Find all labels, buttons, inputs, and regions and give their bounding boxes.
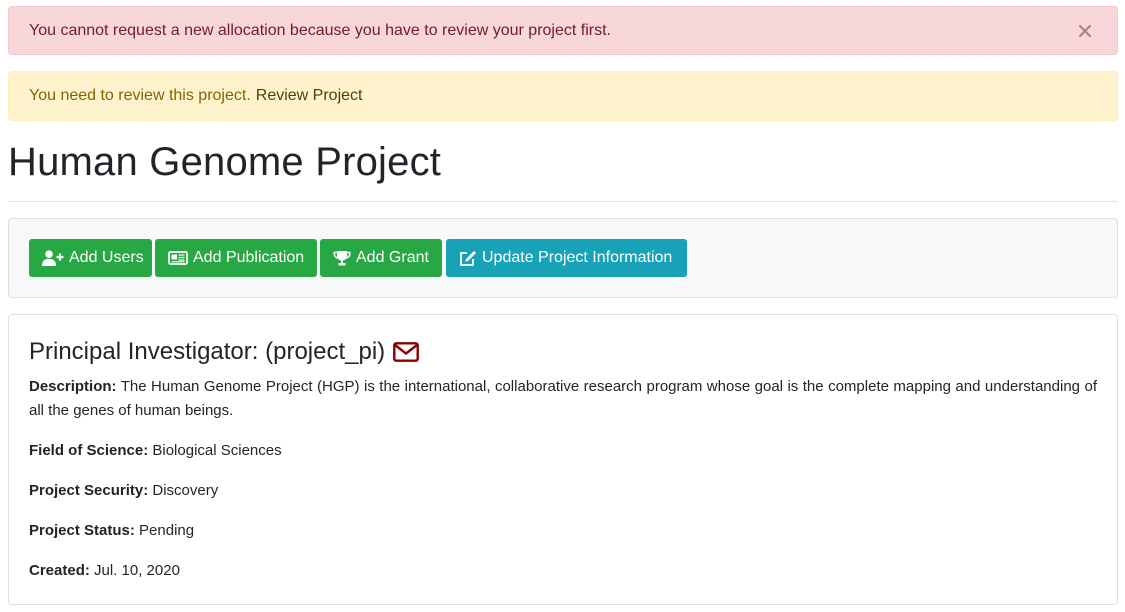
add-users-label: Add Users [69,249,144,266]
created-label: Created: [29,562,90,579]
description-value: The Human Genome Project (HGP) is the in… [29,378,1097,419]
newspaper-icon [168,251,188,265]
page-title: Human Genome Project [8,140,442,184]
add-grant-label: Add Grant [356,249,429,266]
add-publication-button[interactable]: Add Publication [155,239,317,277]
allocation-error-alert: You cannot request a new allocation beca… [8,6,1118,55]
created-value: Jul. 10, 2020 [94,562,180,579]
trophy-icon [333,251,351,266]
add-publication-label: Add Publication [193,249,305,266]
add-grant-button[interactable]: Add Grant [320,239,442,277]
project-description: Description: The Human Genome Project (H… [29,375,1097,423]
email-pi-link[interactable] [393,342,420,362]
principal-investigator-text: Principal Investigator: (project_pi) [29,338,386,365]
title-divider [8,201,1118,202]
project-actions-toolbar: Add Users Add Publication Add Grant Upda… [8,218,1118,298]
project-details-card: Principal Investigator: (project_pi) Des… [8,314,1118,605]
allocation-error-message: You cannot request a new allocation beca… [29,21,611,39]
review-warning-alert: You need to review this project. Review … [8,71,1118,121]
project-security-row: Project Security: Discovery [29,479,218,503]
edit-icon [460,250,476,266]
close-alert-button[interactable] [1075,19,1095,43]
description-label: Description: [29,378,117,395]
update-project-info-button[interactable]: Update Project Information [446,239,687,277]
review-project-link[interactable]: Review Project [256,87,363,105]
add-users-button[interactable]: Add Users [29,239,152,277]
created-date-row: Created: Jul. 10, 2020 [29,559,180,583]
principal-investigator-heading: Principal Investigator: (project_pi) [29,337,420,367]
close-icon [1079,25,1091,37]
update-project-info-label: Update Project Information [482,249,673,266]
project-status-row: Project Status: Pending [29,519,194,543]
user-plus-icon [42,250,64,266]
project-detail-page: You cannot request a new allocation beca… [0,0,1125,612]
review-warning-message: You need to review this project. [29,87,251,104]
project-security-value: Discovery [152,482,219,499]
envelope-icon [393,342,420,362]
field-of-science-row: Field of Science: Biological Sciences [29,439,282,463]
field-of-science-label: Field of Science: [29,442,149,459]
project-status-value: Pending [139,522,195,539]
field-of-science-value: Biological Sciences [152,442,282,459]
project-status-label: Project Status: [29,522,135,539]
project-security-label: Project Security: [29,482,149,499]
